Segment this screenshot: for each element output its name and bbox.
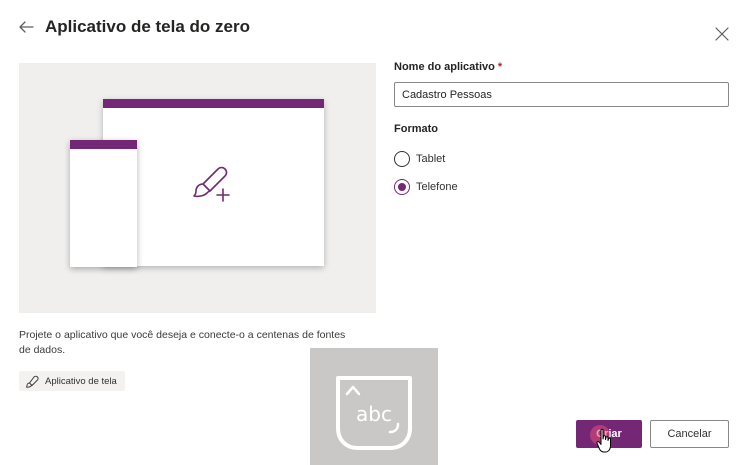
arrow-left-icon[interactable]: [17, 18, 35, 36]
on-screen-keyboard-button[interactable]: abc: [310, 348, 438, 465]
phone-header-bar: [70, 140, 137, 149]
canvas-app-chip: Aplicativo de tela: [19, 371, 125, 391]
phone-mockup: [70, 140, 137, 267]
radio-selected-dot: [398, 183, 406, 191]
app-name-input[interactable]: [394, 82, 729, 107]
hand-pointer-cursor-icon: [596, 428, 611, 453]
paintbrush-icon: [26, 375, 39, 388]
format-option-label: Telefone: [416, 181, 458, 193]
app-name-label-text: Nome do aplicativo: [394, 61, 495, 73]
cancel-button[interactable]: Cancelar: [650, 420, 729, 448]
format-option-label: Tablet: [416, 153, 446, 165]
radio-button-checked[interactable]: [394, 179, 410, 195]
paintbrush-add-icon: [193, 166, 230, 202]
chip-label: Aplicativo de tela: [45, 375, 117, 387]
radio-button-unchecked[interactable]: [394, 151, 410, 167]
format-option-tablet[interactable]: Tablet: [394, 151, 445, 167]
app-description: Projete o aplicativo que você deseja e c…: [19, 329, 346, 356]
required-marker: *: [497, 61, 503, 73]
close-icon[interactable]: [714, 26, 730, 42]
app-preview-illustration: [19, 63, 376, 313]
tablet-header-bar: [103, 99, 324, 108]
format-label: Formato: [394, 123, 438, 135]
page-title: Aplicativo de tela do zero: [45, 17, 250, 36]
keyboard-abc-text: abc: [356, 402, 392, 426]
format-option-phone[interactable]: Telefone: [394, 179, 458, 195]
app-name-label: Nome do aplicativo *: [394, 61, 502, 73]
